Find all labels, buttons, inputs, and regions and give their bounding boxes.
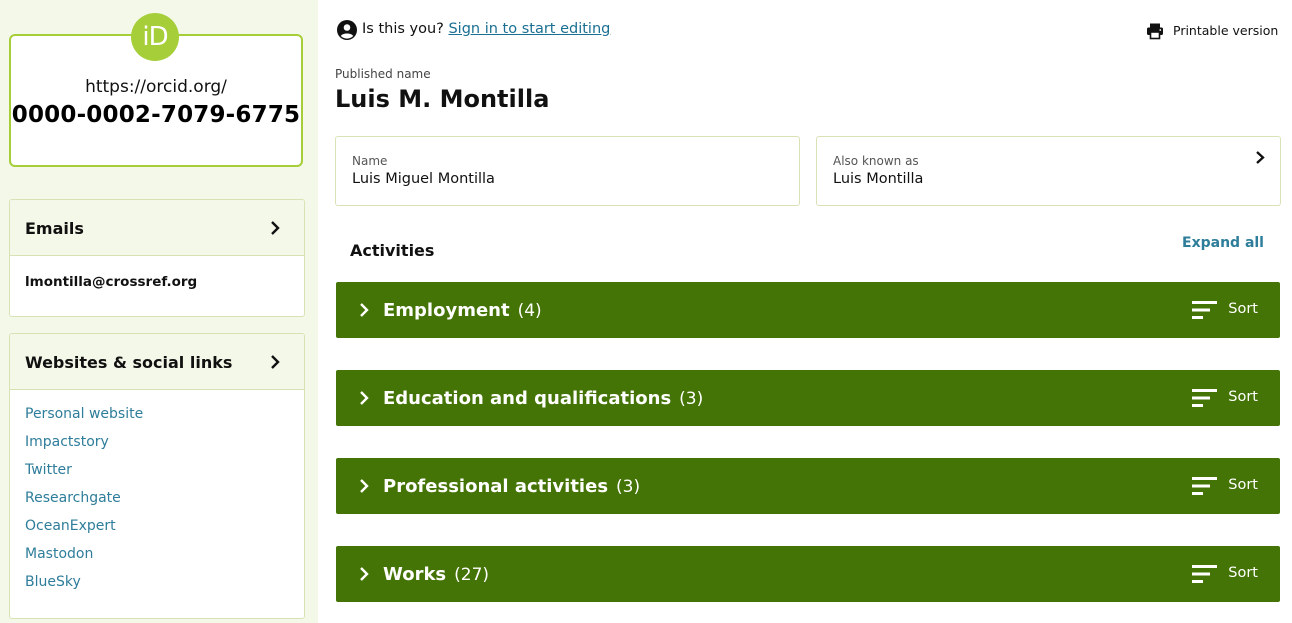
section-education[interactable]: Education and qualifications (3) Sort (336, 370, 1280, 426)
activities-title: Activities (350, 241, 435, 260)
section-count: (4) (517, 301, 542, 321)
section-title: Professional activities (3) (383, 476, 640, 497)
chevron-right-icon (271, 355, 280, 369)
website-link[interactable]: BlueSky (25, 574, 289, 602)
section-name: Works (383, 564, 447, 585)
website-link[interactable]: Personal website (25, 406, 289, 434)
printable-version-link[interactable]: Printable version (1173, 23, 1278, 38)
name-value: Luis Miguel Montilla (352, 171, 495, 187)
section-title: Employment (4) (383, 300, 542, 321)
orcid-url: https://orcid.org/ (85, 77, 227, 97)
section-employment[interactable]: Employment (4) Sort (336, 282, 1280, 338)
signin-prompt: Is this you? Sign in to start editing (362, 21, 610, 37)
section-count: (27) (454, 565, 490, 585)
chevron-right-icon (360, 303, 369, 317)
published-name-label: Published name (335, 67, 431, 81)
emails-panel-header[interactable]: Emails (10, 200, 304, 256)
section-name: Employment (383, 300, 510, 321)
sort-icon[interactable] (1192, 564, 1218, 584)
sort-button[interactable]: Sort (1228, 565, 1258, 581)
section-professional-activities[interactable]: Professional activities (3) Sort (336, 458, 1280, 514)
section-works[interactable]: Works (27) Sort (336, 546, 1280, 602)
sort-icon[interactable] (1192, 388, 1218, 408)
section-name: Professional activities (383, 476, 609, 497)
section-title: Works (27) (383, 564, 489, 585)
sort-button[interactable]: Sort (1228, 389, 1258, 405)
email-address: lmontilla@crossref.org (25, 274, 198, 290)
orcid-logo-icon: iD (131, 13, 179, 61)
sort-button[interactable]: Sort (1228, 477, 1258, 493)
emails-panel: Emails lmontilla@crossref.org (9, 199, 305, 317)
published-name: Luis M. Montilla (335, 85, 550, 113)
also-known-as-value: Luis Montilla (833, 171, 924, 187)
section-count: (3) (616, 477, 641, 497)
sort-button[interactable]: Sort (1228, 301, 1258, 317)
orcid-id: 0000-0002-7079-6775 (11, 102, 301, 128)
website-links: Personal website Impactstory Twitter Res… (10, 390, 304, 602)
websites-panel-header[interactable]: Websites & social links (10, 334, 304, 390)
signin-link[interactable]: Sign in to start editing (448, 21, 610, 37)
user-account-icon (337, 20, 357, 40)
chevron-right-icon (360, 567, 369, 581)
websites-title: Websites & social links (25, 353, 233, 372)
printer-icon[interactable] (1146, 22, 1164, 40)
chevron-right-icon (271, 221, 280, 235)
emails-title: Emails (25, 219, 84, 238)
name-label: Name (352, 154, 388, 168)
name-box: Name Luis Miguel Montilla (335, 136, 800, 206)
section-count: (3) (679, 389, 704, 409)
also-known-as-box[interactable]: Also known as Luis Montilla (816, 136, 1281, 206)
chevron-right-icon (360, 391, 369, 405)
also-known-as-label: Also known as (833, 154, 919, 168)
website-link[interactable]: Twitter (25, 462, 289, 490)
sort-icon[interactable] (1192, 300, 1218, 320)
sidebar: iD https://orcid.org/ 0000-0002-7079-677… (0, 0, 318, 623)
section-name: Education and qualifications (383, 388, 672, 409)
website-link[interactable]: Mastodon (25, 546, 289, 574)
website-link[interactable]: OceanExpert (25, 518, 289, 546)
chevron-right-icon (360, 479, 369, 493)
expand-all-button[interactable]: Expand all (1182, 235, 1264, 251)
website-link[interactable]: Researchgate (25, 490, 289, 518)
chevron-right-icon (1256, 151, 1265, 164)
website-link[interactable]: Impactstory (25, 434, 289, 462)
websites-panel: Websites & social links Personal website… (9, 333, 305, 619)
section-title: Education and qualifications (3) (383, 388, 703, 409)
sort-icon[interactable] (1192, 476, 1218, 496)
signin-prompt-text: Is this you? (362, 21, 444, 37)
